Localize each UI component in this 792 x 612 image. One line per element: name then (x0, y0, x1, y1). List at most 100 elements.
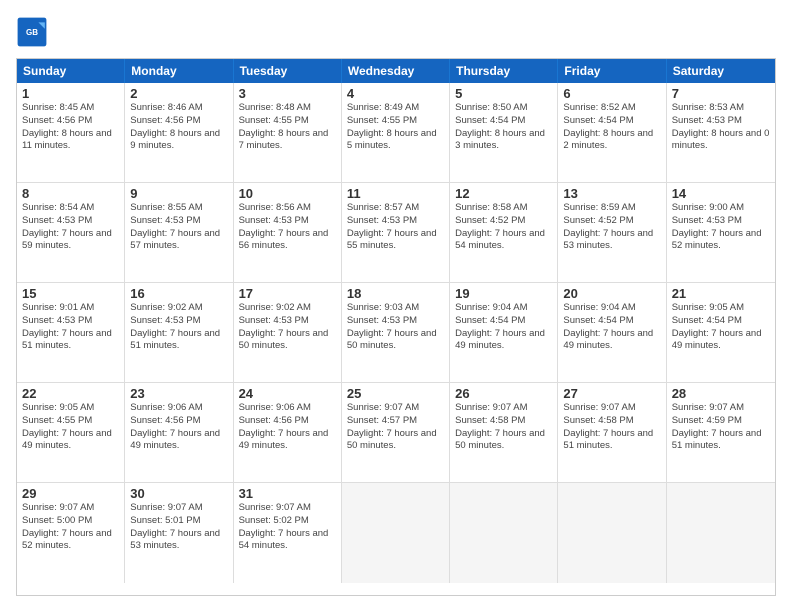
day-number: 23 (130, 386, 227, 401)
empty-cell (342, 483, 450, 583)
day-cell-3: 3Sunrise: 8:48 AM Sunset: 4:55 PM Daylig… (234, 83, 342, 182)
day-info: Sunrise: 9:05 AM Sunset: 4:54 PM Dayligh… (672, 302, 770, 353)
calendar-row-1: 1Sunrise: 8:45 AM Sunset: 4:56 PM Daylig… (17, 83, 775, 183)
day-info: Sunrise: 9:07 AM Sunset: 4:58 PM Dayligh… (563, 402, 660, 453)
day-info: Sunrise: 9:07 AM Sunset: 5:00 PM Dayligh… (22, 502, 119, 553)
day-info: Sunrise: 9:06 AM Sunset: 4:56 PM Dayligh… (239, 402, 336, 453)
day-number: 21 (672, 286, 770, 301)
day-cell-31: 31Sunrise: 9:07 AM Sunset: 5:02 PM Dayli… (234, 483, 342, 583)
day-info: Sunrise: 9:07 AM Sunset: 5:01 PM Dayligh… (130, 502, 227, 553)
day-info: Sunrise: 8:57 AM Sunset: 4:53 PM Dayligh… (347, 202, 444, 253)
day-number: 12 (455, 186, 552, 201)
day-cell-26: 26Sunrise: 9:07 AM Sunset: 4:58 PM Dayli… (450, 383, 558, 482)
day-cell-9: 9Sunrise: 8:55 AM Sunset: 4:53 PM Daylig… (125, 183, 233, 282)
logo: GB (16, 16, 52, 48)
empty-cell (558, 483, 666, 583)
day-cell-30: 30Sunrise: 9:07 AM Sunset: 5:01 PM Dayli… (125, 483, 233, 583)
header-day-wednesday: Wednesday (342, 59, 450, 83)
day-number: 7 (672, 86, 770, 101)
day-number: 25 (347, 386, 444, 401)
day-info: Sunrise: 8:50 AM Sunset: 4:54 PM Dayligh… (455, 102, 552, 153)
day-cell-6: 6Sunrise: 8:52 AM Sunset: 4:54 PM Daylig… (558, 83, 666, 182)
day-cell-24: 24Sunrise: 9:06 AM Sunset: 4:56 PM Dayli… (234, 383, 342, 482)
calendar-row-5: 29Sunrise: 9:07 AM Sunset: 5:00 PM Dayli… (17, 483, 775, 583)
day-cell-14: 14Sunrise: 9:00 AM Sunset: 4:53 PM Dayli… (667, 183, 775, 282)
day-info: Sunrise: 8:56 AM Sunset: 4:53 PM Dayligh… (239, 202, 336, 253)
page: GB SundayMondayTuesdayWednesdayThursdayF… (0, 0, 792, 612)
day-info: Sunrise: 9:04 AM Sunset: 4:54 PM Dayligh… (455, 302, 552, 353)
day-info: Sunrise: 9:05 AM Sunset: 4:55 PM Dayligh… (22, 402, 119, 453)
calendar: SundayMondayTuesdayWednesdayThursdayFrid… (16, 58, 776, 596)
day-number: 17 (239, 286, 336, 301)
empty-cell (667, 483, 775, 583)
day-number: 27 (563, 386, 660, 401)
day-cell-13: 13Sunrise: 8:59 AM Sunset: 4:52 PM Dayli… (558, 183, 666, 282)
day-info: Sunrise: 9:06 AM Sunset: 4:56 PM Dayligh… (130, 402, 227, 453)
day-cell-23: 23Sunrise: 9:06 AM Sunset: 4:56 PM Dayli… (125, 383, 233, 482)
header-day-saturday: Saturday (667, 59, 775, 83)
day-number: 6 (563, 86, 660, 101)
svg-text:GB: GB (26, 28, 38, 37)
day-number: 4 (347, 86, 444, 101)
day-info: Sunrise: 9:04 AM Sunset: 4:54 PM Dayligh… (563, 302, 660, 353)
calendar-row-2: 8Sunrise: 8:54 AM Sunset: 4:53 PM Daylig… (17, 183, 775, 283)
day-cell-16: 16Sunrise: 9:02 AM Sunset: 4:53 PM Dayli… (125, 283, 233, 382)
day-cell-8: 8Sunrise: 8:54 AM Sunset: 4:53 PM Daylig… (17, 183, 125, 282)
day-number: 19 (455, 286, 552, 301)
day-info: Sunrise: 9:07 AM Sunset: 4:58 PM Dayligh… (455, 402, 552, 453)
day-cell-10: 10Sunrise: 8:56 AM Sunset: 4:53 PM Dayli… (234, 183, 342, 282)
calendar-row-4: 22Sunrise: 9:05 AM Sunset: 4:55 PM Dayli… (17, 383, 775, 483)
day-number: 24 (239, 386, 336, 401)
logo-icon: GB (16, 16, 48, 48)
day-number: 28 (672, 386, 770, 401)
day-number: 10 (239, 186, 336, 201)
day-cell-22: 22Sunrise: 9:05 AM Sunset: 4:55 PM Dayli… (17, 383, 125, 482)
calendar-header: SundayMondayTuesdayWednesdayThursdayFrid… (17, 59, 775, 83)
day-number: 20 (563, 286, 660, 301)
day-number: 26 (455, 386, 552, 401)
day-number: 14 (672, 186, 770, 201)
day-info: Sunrise: 9:07 AM Sunset: 5:02 PM Dayligh… (239, 502, 336, 553)
day-info: Sunrise: 9:07 AM Sunset: 4:57 PM Dayligh… (347, 402, 444, 453)
day-cell-4: 4Sunrise: 8:49 AM Sunset: 4:55 PM Daylig… (342, 83, 450, 182)
header: GB (16, 16, 776, 48)
day-info: Sunrise: 9:02 AM Sunset: 4:53 PM Dayligh… (239, 302, 336, 353)
day-number: 18 (347, 286, 444, 301)
header-day-tuesday: Tuesday (234, 59, 342, 83)
day-info: Sunrise: 8:59 AM Sunset: 4:52 PM Dayligh… (563, 202, 660, 253)
day-number: 29 (22, 486, 119, 501)
header-day-friday: Friday (558, 59, 666, 83)
day-info: Sunrise: 8:46 AM Sunset: 4:56 PM Dayligh… (130, 102, 227, 153)
day-number: 2 (130, 86, 227, 101)
header-day-sunday: Sunday (17, 59, 125, 83)
day-number: 13 (563, 186, 660, 201)
calendar-row-3: 15Sunrise: 9:01 AM Sunset: 4:53 PM Dayli… (17, 283, 775, 383)
day-cell-28: 28Sunrise: 9:07 AM Sunset: 4:59 PM Dayli… (667, 383, 775, 482)
day-info: Sunrise: 8:58 AM Sunset: 4:52 PM Dayligh… (455, 202, 552, 253)
day-cell-18: 18Sunrise: 9:03 AM Sunset: 4:53 PM Dayli… (342, 283, 450, 382)
day-info: Sunrise: 9:02 AM Sunset: 4:53 PM Dayligh… (130, 302, 227, 353)
day-cell-29: 29Sunrise: 9:07 AM Sunset: 5:00 PM Dayli… (17, 483, 125, 583)
day-info: Sunrise: 9:03 AM Sunset: 4:53 PM Dayligh… (347, 302, 444, 353)
day-info: Sunrise: 8:45 AM Sunset: 4:56 PM Dayligh… (22, 102, 119, 153)
day-cell-20: 20Sunrise: 9:04 AM Sunset: 4:54 PM Dayli… (558, 283, 666, 382)
day-info: Sunrise: 8:48 AM Sunset: 4:55 PM Dayligh… (239, 102, 336, 153)
day-cell-5: 5Sunrise: 8:50 AM Sunset: 4:54 PM Daylig… (450, 83, 558, 182)
day-number: 8 (22, 186, 119, 201)
day-info: Sunrise: 8:55 AM Sunset: 4:53 PM Dayligh… (130, 202, 227, 253)
empty-cell (450, 483, 558, 583)
day-info: Sunrise: 9:07 AM Sunset: 4:59 PM Dayligh… (672, 402, 770, 453)
day-number: 3 (239, 86, 336, 101)
calendar-body: 1Sunrise: 8:45 AM Sunset: 4:56 PM Daylig… (17, 83, 775, 583)
day-number: 9 (130, 186, 227, 201)
day-cell-27: 27Sunrise: 9:07 AM Sunset: 4:58 PM Dayli… (558, 383, 666, 482)
day-number: 22 (22, 386, 119, 401)
day-number: 1 (22, 86, 119, 101)
day-cell-7: 7Sunrise: 8:53 AM Sunset: 4:53 PM Daylig… (667, 83, 775, 182)
day-number: 15 (22, 286, 119, 301)
day-info: Sunrise: 8:49 AM Sunset: 4:55 PM Dayligh… (347, 102, 444, 153)
day-info: Sunrise: 8:53 AM Sunset: 4:53 PM Dayligh… (672, 102, 770, 153)
day-number: 30 (130, 486, 227, 501)
day-cell-2: 2Sunrise: 8:46 AM Sunset: 4:56 PM Daylig… (125, 83, 233, 182)
day-info: Sunrise: 8:52 AM Sunset: 4:54 PM Dayligh… (563, 102, 660, 153)
